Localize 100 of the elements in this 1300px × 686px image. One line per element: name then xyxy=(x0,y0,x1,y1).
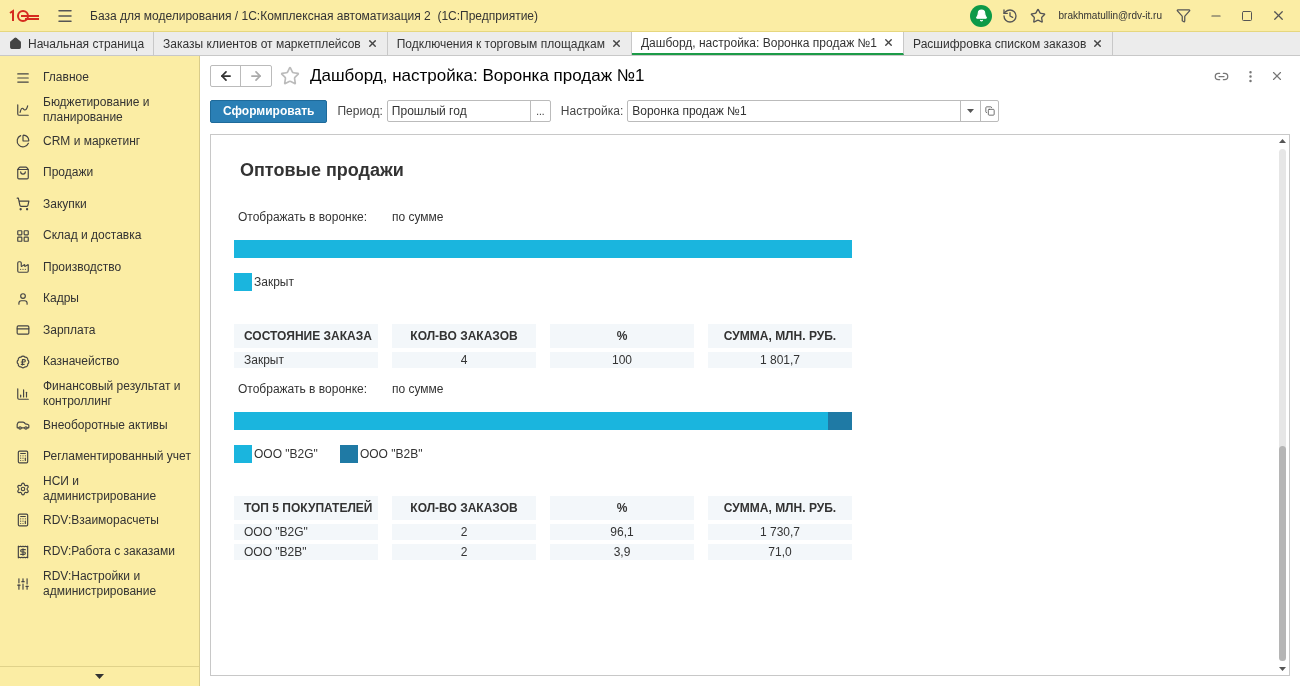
sidebar-item[interactable]: Закупки xyxy=(0,188,199,220)
pie-chart-icon xyxy=(16,134,30,149)
user-name: brakhmatullin@rdv-it.ru xyxy=(1058,9,1162,23)
home-icon xyxy=(9,37,22,50)
sidebar-item[interactable]: Продажи xyxy=(0,157,199,189)
tab[interactable]: Дашборд, настройка: Воронка продаж №1 xyxy=(631,32,905,55)
table-cell: 2 xyxy=(392,544,536,560)
setting-field[interactable]: Воронка продаж №1 xyxy=(627,100,1000,122)
close-icon[interactable] xyxy=(1270,69,1284,83)
scroll-down-icon[interactable] xyxy=(95,674,104,679)
sidebar-item[interactable]: Зарплата xyxy=(0,314,199,346)
card-icon xyxy=(16,323,30,338)
factory-icon xyxy=(16,260,30,275)
table-cell: Закрыт xyxy=(234,352,378,368)
sidebar-item[interactable]: Бюджетирование и планирование xyxy=(0,93,199,126)
sidebar-item[interactable]: Финансовый результат и контроллинг xyxy=(0,377,199,410)
dropdown-icon[interactable] xyxy=(967,109,975,113)
select-button[interactable]: ... xyxy=(529,101,550,121)
calculator-icon xyxy=(16,449,30,464)
display-value: по сумме xyxy=(392,381,444,398)
table-cell: 3,9 xyxy=(550,544,694,560)
sidebar-item[interactable]: RDV:Работа с заказами xyxy=(0,536,199,568)
filter-icon[interactable] xyxy=(1176,8,1191,23)
column-header: СУММА, МЛН. РУБ. xyxy=(708,496,852,520)
legend-label: Закрыт xyxy=(254,274,294,291)
generate-button[interactable]: Сформировать xyxy=(210,99,328,123)
sidebar-item[interactable]: RDV:Взаиморасчеты xyxy=(0,504,199,536)
sidebar-item[interactable]: НСИ и администрирование xyxy=(0,472,199,505)
table-cell: ООО "B2B" xyxy=(234,544,378,560)
sidebar-item[interactable]: Главное xyxy=(0,62,199,94)
tab[interactable]: Начальная страница xyxy=(0,32,155,55)
display-label: Отображать в воронке: xyxy=(237,381,369,398)
sidebar-item[interactable]: Казначейство xyxy=(0,346,199,378)
close-icon[interactable] xyxy=(883,37,895,48)
star-icon[interactable] xyxy=(1030,7,1047,24)
car-icon xyxy=(16,418,30,433)
column-header: КОЛ-ВО ЗАКАЗОВ xyxy=(392,324,536,348)
window-title: База для моделирования / 1С:Комплексная автоматизация 2 (1С:Предприятие) xyxy=(90,7,538,25)
close-icon[interactable] xyxy=(610,38,622,49)
chart-icon xyxy=(16,102,30,117)
close-icon[interactable] xyxy=(1271,8,1286,23)
display-label: Отображать в воронке: xyxy=(237,209,369,226)
period-field[interactable]: Прошлый год ... xyxy=(386,100,551,122)
sidebar-item[interactable]: Производство xyxy=(0,251,199,283)
tab[interactable]: Заказы клиентов от маркетплейсов xyxy=(154,32,388,55)
close-icon[interactable] xyxy=(366,38,378,49)
tab[interactable]: Подключения к торговым площадкам xyxy=(387,32,632,55)
column-header: СУММА, МЛН. РУБ. xyxy=(708,324,852,348)
setting-label: Настройка: xyxy=(560,103,624,120)
table-cell: 1 730,7 xyxy=(708,524,852,540)
arrow-left-icon xyxy=(218,69,233,83)
period-label: Период: xyxy=(337,103,383,120)
table-cell: ООО "B2G" xyxy=(234,524,378,540)
bag-icon xyxy=(16,165,30,180)
history-icon[interactable] xyxy=(1002,7,1019,24)
bell-icon xyxy=(975,9,988,22)
cart-icon xyxy=(16,197,30,212)
sidebar-item[interactable]: Регламентированный учет xyxy=(0,441,199,473)
table-cell: 100 xyxy=(550,352,694,368)
table-cell: 71,0 xyxy=(708,544,852,560)
gear-icon xyxy=(16,481,30,496)
table-cell: 2 xyxy=(392,524,536,540)
ruble-icon xyxy=(16,354,30,369)
open-icon[interactable] xyxy=(984,106,995,116)
notification-button[interactable] xyxy=(970,4,993,27)
tab[interactable]: Расшифровка списком заказов xyxy=(904,32,1114,55)
scrollbar-track[interactable] xyxy=(1278,149,1286,661)
scrollbar-thumb[interactable] xyxy=(1278,445,1286,661)
maximize-icon[interactable] xyxy=(1241,9,1253,22)
legend-label: ООО "B2G" xyxy=(254,446,318,463)
column-header: % xyxy=(550,496,694,520)
list-icon xyxy=(16,70,30,85)
form-title: Дашборд, настройка: Воронка продаж №1 xyxy=(310,65,645,88)
display-value: по сумме xyxy=(392,209,444,226)
receipt-icon xyxy=(16,544,30,559)
legend-label: ООО "B2B" xyxy=(359,446,423,463)
logo-icon xyxy=(8,8,40,23)
sliders-icon xyxy=(16,576,30,591)
close-icon[interactable] xyxy=(1092,38,1104,49)
sidebar-item[interactable]: Склад и доставка xyxy=(0,220,199,252)
calculator-icon xyxy=(16,513,30,528)
table-cell: 4 xyxy=(392,352,536,368)
bar-chart-icon xyxy=(16,386,30,401)
table-cell: 1 801,7 xyxy=(708,352,852,368)
sidebar-item[interactable]: CRM и маркетинг xyxy=(0,125,199,157)
sidebar-item[interactable]: Кадры xyxy=(0,283,199,315)
table-cell: 96,1 xyxy=(550,524,694,540)
favorite-star-icon[interactable] xyxy=(280,66,300,86)
person-icon xyxy=(16,291,30,306)
column-header: СОСТОЯНИЕ ЗАКАЗА xyxy=(234,324,378,348)
sidebar-item[interactable]: Внеоборотные активы xyxy=(0,409,199,441)
arrow-right-icon xyxy=(249,69,263,83)
column-header: КОЛ-ВО ЗАКАЗОВ xyxy=(392,496,536,520)
grid-icon xyxy=(16,228,30,243)
column-header: % xyxy=(550,324,694,348)
report-heading: Оптовые продажи xyxy=(240,159,405,182)
scroll-down-icon[interactable] xyxy=(1278,667,1286,671)
sidebar-item[interactable]: RDV:Настройки и администрирование xyxy=(0,567,199,600)
column-header: ТОП 5 ПОКУПАТЕЛЕЙ xyxy=(234,496,378,520)
scroll-up-icon[interactable] xyxy=(1278,139,1286,143)
